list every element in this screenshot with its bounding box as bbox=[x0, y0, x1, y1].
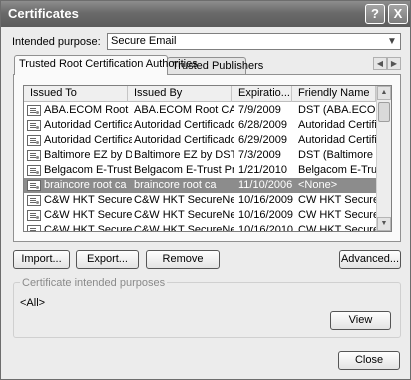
cell-friendly: <None> bbox=[298, 179, 338, 191]
certificate-icon bbox=[27, 135, 41, 146]
intended-purposes-title: Certificate intended purposes bbox=[20, 277, 168, 289]
close-window-button[interactable]: X bbox=[388, 4, 408, 24]
tab-label: Trusted Root Certification Authorities bbox=[19, 58, 198, 70]
table-row[interactable]: C&W HKT SecureN...C&W HKT SecureNet ... 1… bbox=[24, 193, 376, 208]
remove-button[interactable]: Remove bbox=[146, 250, 220, 269]
certificate-icon bbox=[27, 225, 41, 231]
cell-friendly: Autoridad Certifi... bbox=[298, 119, 376, 131]
cell-issued-to: Belgacom E-Trust P... bbox=[44, 164, 132, 176]
import-button[interactable]: Import... bbox=[13, 250, 70, 269]
scroll-down-icon[interactable]: ▼ bbox=[377, 217, 391, 231]
column-expiration[interactable]: Expiratio... bbox=[232, 86, 292, 102]
intended-purpose-select[interactable]: Secure Email ▼ bbox=[107, 33, 401, 50]
table-row[interactable]: C&W HKT SecureN...C&W HKT SecureNet ... 1… bbox=[24, 223, 376, 232]
view-button[interactable]: View bbox=[330, 311, 391, 330]
close-button[interactable]: Close bbox=[338, 351, 400, 370]
cell-issued-by: C&W HKT SecureNet ... bbox=[134, 209, 234, 221]
cell-expiration: 10/16/2010 bbox=[238, 224, 294, 232]
table-row[interactable]: Belgacom E-Trust P...Belgacom E-Trust Pr… bbox=[24, 163, 376, 178]
table-row[interactable]: Autoridad Certifica...Autoridad Certific… bbox=[24, 118, 376, 133]
cell-friendly: Autoridad Certifi... bbox=[298, 134, 376, 146]
cell-expiration: 11/10/2006 bbox=[238, 179, 293, 191]
cell-expiration: 10/16/2009 bbox=[238, 209, 294, 221]
cell-issued-by: C&W HKT SecureNet ... bbox=[134, 194, 234, 206]
list-header: Issued To Issued By Expiratio... Friendl… bbox=[24, 86, 376, 102]
certificate-icon bbox=[27, 120, 41, 131]
intended-purpose-value: Secure Email bbox=[111, 35, 177, 47]
certificate-icon bbox=[27, 150, 41, 161]
table-row[interactable]: Autoridad Certifica...Autoridad Certific… bbox=[24, 133, 376, 148]
cell-issued-to: ABA.ECOM Root CA bbox=[44, 104, 132, 116]
certificate-icon bbox=[27, 180, 41, 191]
cell-friendly: DST (ABA.ECOM... bbox=[298, 104, 376, 116]
column-friendly-name[interactable]: Friendly Name bbox=[292, 86, 376, 102]
help-button[interactable]: ? bbox=[365, 4, 385, 24]
table-row[interactable]: ABA.ECOM Root CAABA.ECOM Root CA 7/9/2009… bbox=[24, 103, 376, 118]
scroll-thumb[interactable] bbox=[378, 102, 390, 122]
table-row[interactable]: braincore root ca braincore root ca 11/10/… bbox=[24, 178, 376, 193]
certificate-icon bbox=[27, 105, 41, 116]
certificate-icon bbox=[27, 195, 41, 206]
cell-expiration: 6/28/2009 bbox=[238, 119, 287, 131]
certificate-icon bbox=[27, 210, 41, 221]
cell-issued-to: braincore root ca bbox=[44, 179, 127, 191]
certificate-icon bbox=[27, 165, 41, 176]
certificate-list[interactable]: Issued To Issued By Expiratio... Friendl… bbox=[23, 85, 392, 232]
table-row[interactable]: C&W HKT SecureN...C&W HKT SecureNet ... 1… bbox=[24, 208, 376, 223]
intended-purposes-value: <All> bbox=[20, 297, 46, 309]
cell-friendly: Belgacom E-Trus... bbox=[298, 164, 376, 176]
cell-expiration: 7/9/2009 bbox=[238, 104, 281, 116]
column-issued-to[interactable]: Issued To bbox=[24, 86, 128, 102]
tab-scroll-left-icon[interactable]: ◀ bbox=[373, 57, 387, 70]
cell-expiration: 10/16/2009 bbox=[238, 194, 294, 206]
cell-issued-to: C&W HKT SecureN... bbox=[44, 224, 132, 232]
advanced-button[interactable]: Advanced... bbox=[339, 250, 401, 269]
cell-issued-to: Baltimore EZ by DST bbox=[44, 149, 132, 161]
tab-trusted-root[interactable]: Trusted Root Certification Authorities bbox=[14, 55, 198, 75]
cell-expiration: 1/21/2010 bbox=[238, 164, 287, 176]
cell-issued-by: Autoridad Certificador... bbox=[134, 134, 234, 146]
cell-expiration: 7/3/2009 bbox=[238, 149, 281, 161]
title-bar[interactable]: Certificates bbox=[1, 1, 410, 27]
cell-issued-to: Autoridad Certifica... bbox=[44, 134, 132, 146]
scroll-up-icon[interactable]: ▲ bbox=[377, 86, 391, 100]
cell-friendly: DST (Baltimore E... bbox=[298, 149, 376, 161]
cell-issued-to: C&W HKT SecureN... bbox=[44, 194, 132, 206]
column-issued-by[interactable]: Issued By bbox=[128, 86, 232, 102]
certificates-dialog: Certificates ? X Intended purpose: Secur… bbox=[0, 0, 411, 380]
chevron-down-icon[interactable]: ▼ bbox=[385, 35, 399, 48]
cell-issued-by: braincore root ca bbox=[134, 179, 217, 191]
cell-issued-by: Baltimore EZ by DST bbox=[134, 149, 234, 161]
cell-issued-to: C&W HKT SecureN... bbox=[44, 209, 132, 221]
export-button[interactable]: Export... bbox=[76, 250, 139, 269]
cell-issued-by: Belgacom E-Trust Prim... bbox=[134, 164, 234, 176]
cell-friendly: CW HKT Secure... bbox=[298, 209, 376, 221]
list-vertical-scrollbar[interactable]: ▲ ▼ bbox=[376, 86, 391, 231]
cell-friendly: CW HKT Secure... bbox=[298, 194, 376, 206]
table-row[interactable]: Baltimore EZ by DSTBaltimore EZ by DST 7/… bbox=[24, 148, 376, 163]
cell-friendly: CW HKT Secure... bbox=[298, 224, 376, 232]
cell-issued-by: Autoridad Certificador... bbox=[134, 119, 234, 131]
window-title: Certificates bbox=[8, 6, 79, 21]
cell-issued-by: C&W HKT SecureNet ... bbox=[134, 224, 234, 232]
cell-issued-to: Autoridad Certifica... bbox=[44, 119, 132, 131]
intended-purpose-label: Intended purpose: bbox=[12, 36, 101, 48]
cell-issued-by: ABA.ECOM Root CA bbox=[134, 104, 234, 116]
cell-expiration: 6/29/2009 bbox=[238, 134, 287, 146]
tab-scroll-right-icon[interactable]: ▶ bbox=[387, 57, 401, 70]
